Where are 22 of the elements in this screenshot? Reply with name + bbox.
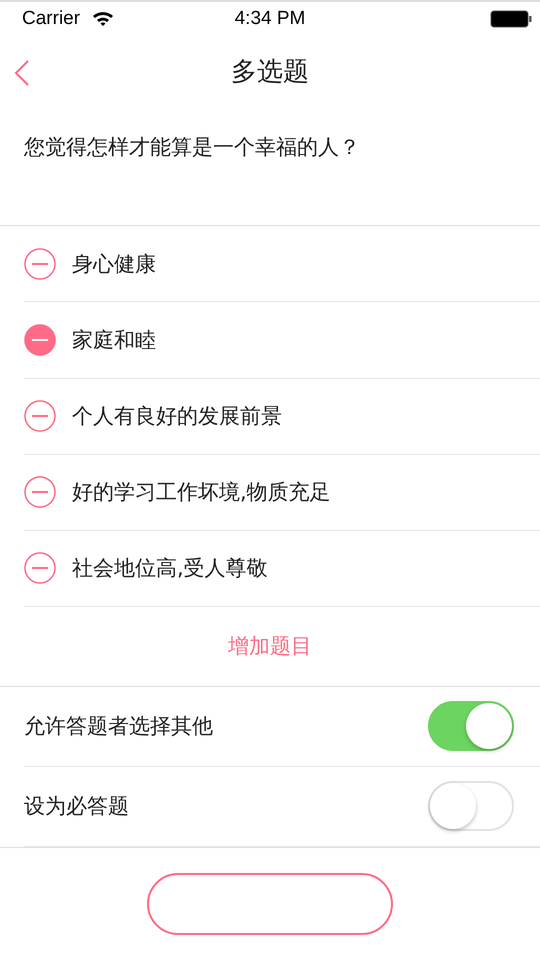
minus-circle-icon[interactable] [24, 324, 56, 356]
option-text: 身心健康 [72, 250, 156, 278]
page-title: 多选题 [231, 56, 309, 89]
add-question-button[interactable]: 增加题目 [228, 632, 312, 660]
time-text: 4:34 PM [234, 8, 306, 30]
option-text: 家庭和睦 [72, 326, 156, 354]
option-text: 好的学习工作坏境,物质充足 [72, 479, 331, 506]
option-text: 社会地位高,受人尊敬 [72, 555, 268, 582]
question-text: 您觉得怎样才能算是一个幸福的人？ [0, 106, 540, 226]
back-icon[interactable] [14, 60, 30, 86]
wifi-icon [92, 10, 114, 27]
minus-circle-icon[interactable] [24, 400, 56, 432]
battery-icon [490, 10, 532, 28]
toggle-switch[interactable] [428, 701, 514, 752]
option-text: 个人有良好的发展前景 [72, 403, 282, 430]
minus-circle-icon[interactable] [24, 552, 56, 584]
carrier-text: Carrier [22, 8, 80, 30]
toggle-switch[interactable] [428, 781, 514, 832]
setting-label: 允许答题者选择其他 [24, 713, 213, 740]
minus-circle-icon[interactable] [24, 248, 56, 280]
setting-label: 设为必答题 [24, 793, 129, 820]
minus-circle-icon[interactable] [24, 476, 56, 508]
